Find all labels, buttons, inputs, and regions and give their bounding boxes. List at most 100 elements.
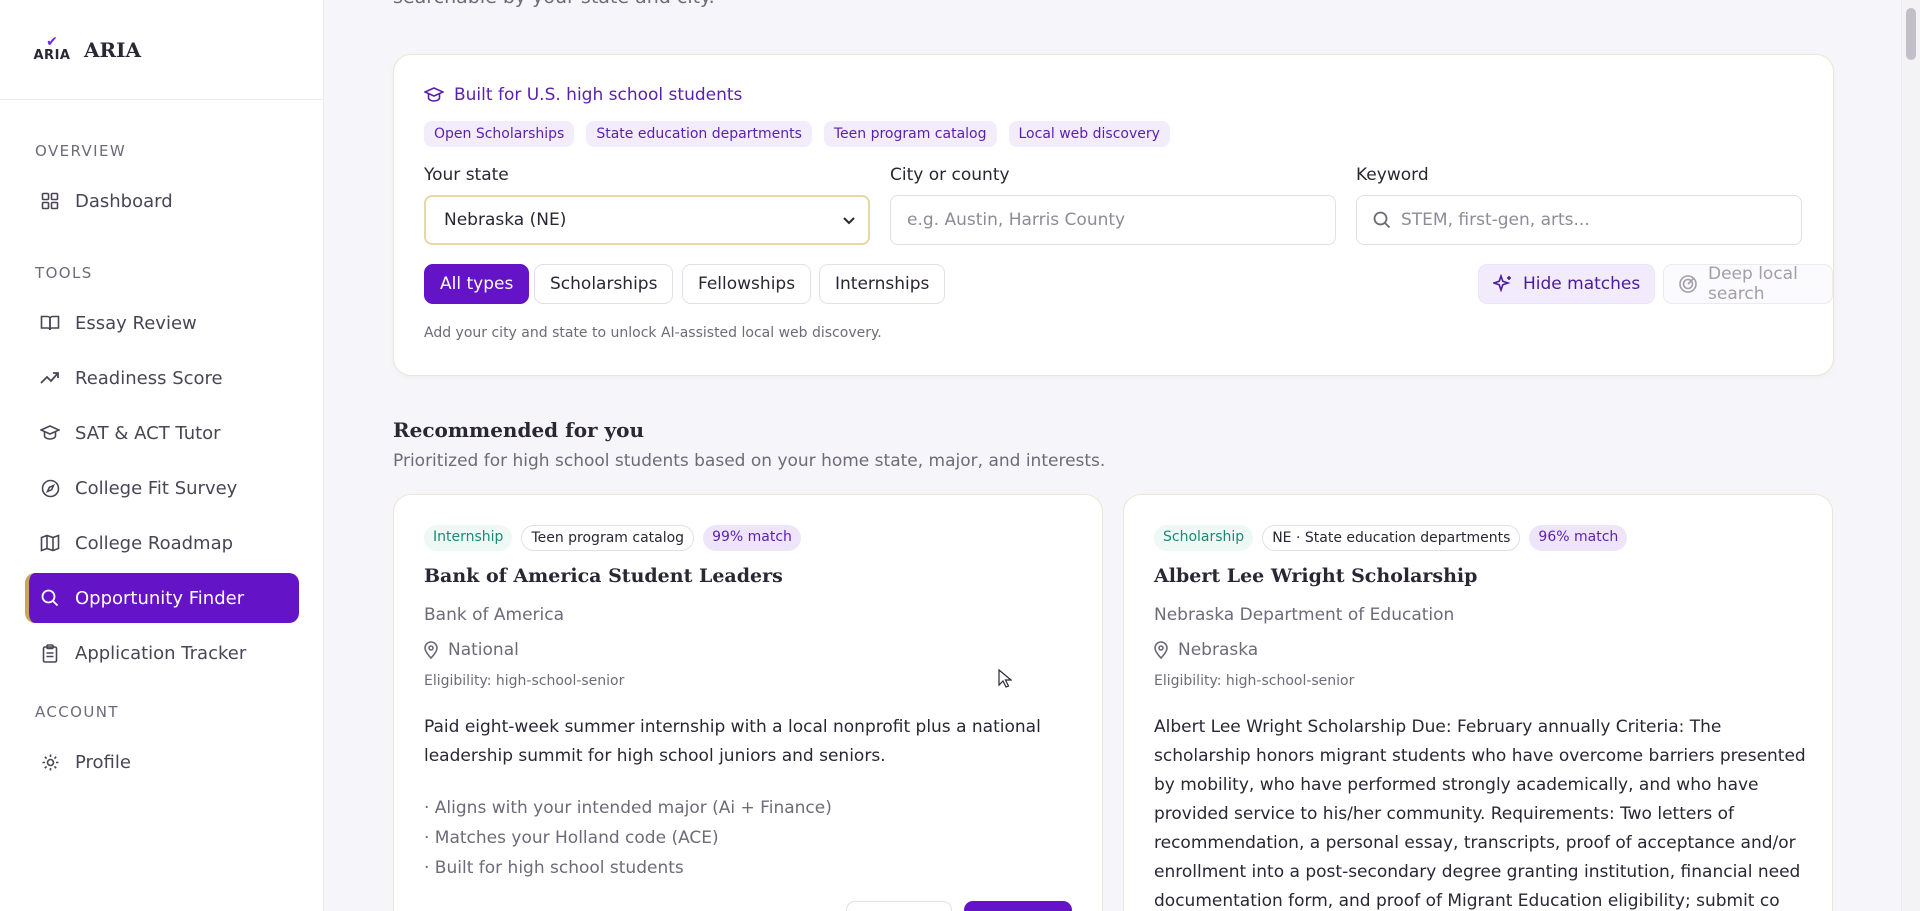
- state-label: Your state: [424, 165, 509, 185]
- match-badge: 96% match: [1529, 525, 1628, 551]
- filter-panel: Built for U.S. high school students Open…: [393, 54, 1834, 376]
- keyword-input[interactable]: STEM, first-gen, arts...: [1356, 195, 1802, 245]
- deep-local-search-label: Deep local search: [1708, 264, 1798, 304]
- type-badge: Scholarship: [1154, 525, 1254, 551]
- radar-icon: [1678, 274, 1698, 294]
- filter-chip-internships[interactable]: Internships: [819, 264, 946, 304]
- built-for-text: Built for U.S. high school students: [454, 85, 743, 105]
- recommended-subtitle: Prioritized for high school students bas…: [393, 451, 1106, 471]
- state-select-value: Nebraska (NE): [444, 210, 567, 230]
- source-badge: NE · State education departments: [1262, 525, 1521, 551]
- section-label-tools: TOOLS: [35, 264, 93, 282]
- filter-chip-scholarships[interactable]: Scholarships: [534, 264, 674, 304]
- page-scrollbar[interactable]: [1901, 0, 1920, 911]
- map-pin-icon: [1154, 641, 1168, 659]
- type-badge: Internship: [424, 525, 513, 551]
- graduation-cap-icon: [424, 87, 444, 103]
- card-location-text: Nebraska: [1178, 640, 1259, 660]
- intro-text: searchable by your state and city.: [393, 0, 715, 8]
- card-location-text: National: [448, 640, 519, 660]
- card-primary-button[interactable]: [964, 901, 1072, 911]
- logo-mark-icon: ✔: [46, 34, 58, 50]
- sidebar-item-label: Application Tracker: [75, 642, 247, 664]
- city-input-placeholder: e.g. Austin, Harris County: [907, 210, 1126, 230]
- match-reason: · Built for high school students: [424, 858, 684, 878]
- source-tag: State education departments: [586, 121, 812, 147]
- sidebar-item-sat-act-tutor[interactable]: SAT & ACT Tutor: [25, 408, 299, 458]
- city-input[interactable]: e.g. Austin, Harris County: [890, 195, 1336, 245]
- brand[interactable]: ✔ ARIA ARIA: [0, 0, 323, 100]
- card-location: Nebraska: [1154, 640, 1258, 660]
- keyword-input-placeholder: STEM, first-gen, arts...: [1401, 210, 1590, 230]
- sparkle-icon: [1493, 274, 1513, 294]
- hide-matches-button[interactable]: Hide matches: [1478, 264, 1656, 304]
- match-reason: · Matches your Holland code (ACE): [424, 828, 719, 848]
- compass-icon: [39, 477, 61, 499]
- sidebar-item-label: Dashboard: [75, 190, 173, 212]
- card-organization: Bank of America: [424, 605, 565, 625]
- opportunity-card[interactable]: Scholarship NE · State education departm…: [1123, 494, 1833, 911]
- opportunity-card[interactable]: Internship Teen program catalog 99% matc…: [393, 494, 1103, 911]
- sidebar-item-label: College Fit Survey: [75, 477, 238, 499]
- sidebar-item-label: Essay Review: [75, 312, 197, 334]
- map-pin-icon: [424, 641, 438, 659]
- sidebar-item-label: College Roadmap: [75, 532, 234, 554]
- sidebar-item-label: Profile: [75, 751, 131, 773]
- card-tags: Internship Teen program catalog 99% matc…: [424, 525, 801, 551]
- sidebar-item-label: Opportunity Finder: [75, 587, 245, 609]
- card-organization: Nebraska Department of Education: [1154, 605, 1455, 625]
- deep-local-search-button[interactable]: Deep local search: [1663, 264, 1833, 304]
- built-for-line: Built for U.S. high school students: [424, 85, 742, 105]
- sidebar-item-college-roadmap[interactable]: College Roadmap: [25, 518, 299, 568]
- mouse-cursor-icon: [998, 668, 1013, 693]
- clipboard-icon: [39, 642, 61, 664]
- scrollbar-thumb[interactable]: [1906, 8, 1916, 60]
- sidebar-item-essay-review[interactable]: Essay Review: [25, 298, 299, 348]
- source-badge: Teen program catalog: [521, 525, 695, 551]
- city-label: City or county: [890, 165, 1010, 185]
- match-badge: 99% match: [703, 525, 801, 551]
- section-label-account: ACCOUNT: [35, 703, 119, 721]
- gear-icon: [39, 751, 61, 773]
- trend-up-icon: [39, 367, 61, 389]
- match-reason: · Aligns with your intended major (Ai + …: [424, 798, 832, 818]
- grid-icon: [39, 190, 61, 212]
- chevron-down-icon: [842, 210, 856, 230]
- sidebar-item-label: SAT & ACT Tutor: [75, 422, 221, 444]
- card-tags: Scholarship NE · State education departm…: [1154, 525, 1628, 551]
- filter-chip-all-types[interactable]: All types: [424, 264, 530, 304]
- book-icon: [39, 312, 61, 334]
- filter-chip-fellowships[interactable]: Fellowships: [682, 264, 812, 304]
- hide-matches-label: Hide matches: [1523, 274, 1641, 294]
- card-eligibility: Eligibility: high-school-senior: [1154, 673, 1355, 689]
- main-content: searchable by your state and city. Built…: [325, 0, 1901, 911]
- sidebar: ✔ ARIA ARIA OVERVIEW Dashboard TOOLS Ess…: [0, 0, 324, 911]
- map-icon: [39, 532, 61, 554]
- source-tag: Teen program catalog: [823, 121, 997, 147]
- card-title: Albert Lee Wright Scholarship: [1154, 565, 1478, 587]
- sidebar-item-application-tracker[interactable]: Application Tracker: [25, 628, 299, 678]
- sidebar-item-label: Readiness Score: [75, 367, 223, 389]
- card-secondary-button[interactable]: [846, 901, 952, 911]
- card-location: National: [424, 640, 519, 660]
- card-eligibility: Eligibility: high-school-senior: [424, 673, 625, 689]
- graduation-cap-icon: [39, 422, 61, 444]
- card-description: Albert Lee Wright Scholarship Due: Febru…: [1154, 717, 1806, 911]
- sidebar-item-college-fit-survey[interactable]: College Fit Survey: [25, 463, 299, 513]
- source-tag: Open Scholarships: [424, 121, 575, 147]
- source-tag: Local web discovery: [1008, 121, 1170, 147]
- discovery-hint: Add your city and state to unlock AI-ass…: [424, 325, 882, 341]
- sidebar-item-dashboard[interactable]: Dashboard: [25, 176, 299, 226]
- match-reasons: · Aligns with your intended major (Ai + …: [424, 793, 832, 883]
- app-name: ARIA: [84, 37, 142, 62]
- recommended-title: Recommended for you: [393, 418, 645, 442]
- sidebar-item-opportunity-finder[interactable]: Opportunity Finder: [25, 573, 299, 623]
- sidebar-item-readiness-score[interactable]: Readiness Score: [25, 353, 299, 403]
- source-tags: Open Scholarships State education depart…: [424, 121, 1170, 147]
- card-title: Bank of America Student Leaders: [424, 565, 783, 587]
- keyword-label: Keyword: [1356, 165, 1429, 185]
- aria-logo: ✔ ARIA: [33, 34, 71, 63]
- sidebar-item-profile[interactable]: Profile: [25, 737, 299, 787]
- state-select[interactable]: Nebraska (NE): [424, 195, 870, 245]
- section-label-overview: OVERVIEW: [35, 142, 127, 160]
